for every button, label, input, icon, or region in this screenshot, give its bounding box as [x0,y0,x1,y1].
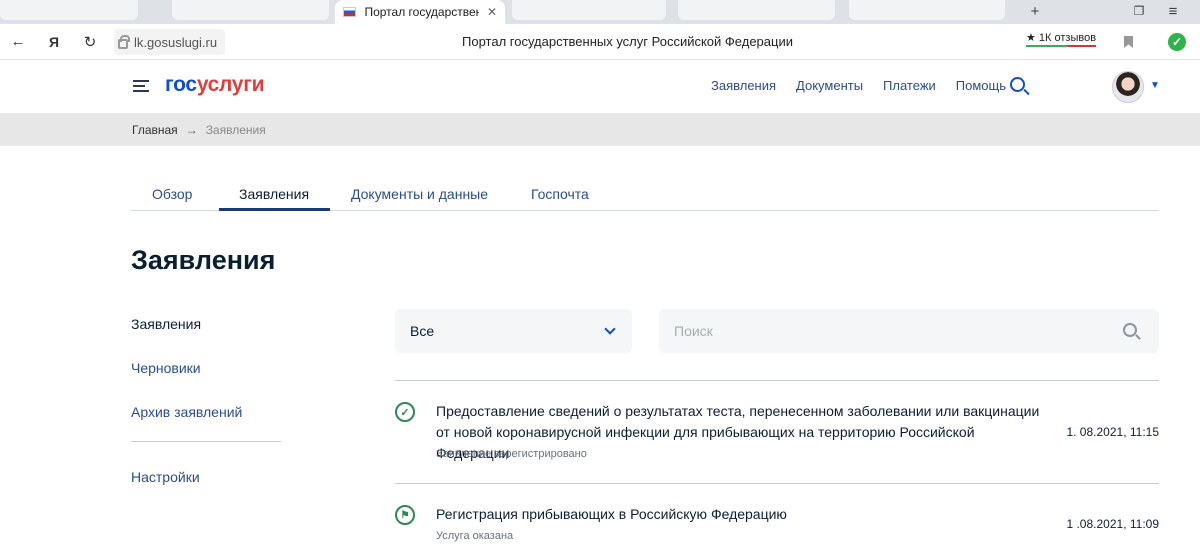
tab-overview[interactable]: Обзор [152,186,192,211]
protect-check-icon[interactable]: ✓ [1168,33,1186,51]
breadcrumb-home[interactable]: Главная [132,123,178,137]
site-header: госуслуги Заявления Документы Платежи По… [0,60,1200,113]
new-tab-icon[interactable]: + [1024,1,1046,21]
side-item-archive[interactable]: Архив заявлений [131,404,242,420]
status-filter-value: Все [410,323,435,339]
list-divider [395,483,1159,484]
close-icon[interactable]: ✕ [487,5,497,19]
content-tabs: Обзор Заявления Документы и данные Госпо… [131,178,1159,211]
side-divider [131,441,281,442]
chevron-down-icon [604,323,616,335]
page-title: Заявления [131,245,276,275]
browser-tab[interactable] [0,0,138,20]
search-input[interactable] [674,323,1094,339]
active-tab-indicator [219,208,330,211]
tab-documents-data[interactable]: Документы и данные [351,186,488,211]
nav-applications[interactable]: Заявления [711,78,776,93]
browser-tab-strip: Портал государственных ✕ + ❐ ≡ [0,0,1200,24]
side-item-applications[interactable]: Заявления [131,316,201,332]
logo-part1: гос [165,73,197,96]
search-icon[interactable] [1010,77,1025,92]
browser-tab[interactable] [849,0,1005,20]
status-filter-select[interactable]: Все [395,309,632,353]
logo-part2: услуги [196,73,265,96]
check-icon: ✓ [395,402,415,422]
address-bar: ← Я ↻ lk.gosuslugi.ru Портал государстве… [0,24,1200,60]
tab-gospochta[interactable]: Госпочта [531,186,589,211]
side-item-settings[interactable]: Настройки [131,469,200,485]
gosuslugi-logo[interactable]: госуслуги [165,73,265,97]
application-status: Услуга оказана [436,530,514,542]
breadcrumb: Главная → Заявления [0,113,1200,146]
nav-documents[interactable]: Документы [796,78,863,93]
side-item-drafts[interactable]: Черновики [131,360,201,376]
application-status: Заявление зарегистрировано [436,448,587,460]
menu-icon[interactable]: ≡ [1162,1,1184,21]
nav-help[interactable]: Помощь [956,78,1006,93]
reviews-badge[interactable]: ★ 1К отзывов [1026,31,1097,47]
chevron-down-icon[interactable]: ▼ [1150,80,1160,91]
browser-tab-active[interactable]: Портал государственных ✕ [335,0,505,24]
search-box [659,309,1159,353]
list-item[interactable]: ✓ Предоставление сведений о результатах … [395,401,1159,471]
burger-menu-icon[interactable] [133,80,149,93]
russia-flag-icon [343,7,357,17]
list-divider [395,380,1159,381]
nav-payments[interactable]: Платежи [883,78,936,93]
top-nav: Заявления Документы Платежи Помощь [711,78,1006,93]
page-title-bar: Портал государственных услуг Российской … [462,34,793,49]
avatar[interactable] [1112,71,1144,103]
arrow-right-icon: → [185,122,198,137]
application-date: 1. 08.2021, 11:15 [1066,425,1159,439]
browser-tab[interactable] [678,0,835,20]
breadcrumb-current: Заявления [205,122,266,137]
tabs-manager-icon[interactable]: ❐ [1128,1,1150,21]
browser-tab[interactable] [512,0,666,20]
flag-icon: ⚑ [395,505,415,525]
list-item[interactable]: ⚑ Регистрация прибывающих в Российскую Ф… [395,504,1159,552]
application-date: 1 .08.2021, 11:09 [1066,517,1159,531]
search-icon[interactable] [1123,323,1137,337]
application-title[interactable]: Регистрация прибывающих в Российскую Фед… [436,504,1046,525]
tab-title: Портал государственных [364,5,478,19]
browser-tab[interactable] [172,0,329,20]
